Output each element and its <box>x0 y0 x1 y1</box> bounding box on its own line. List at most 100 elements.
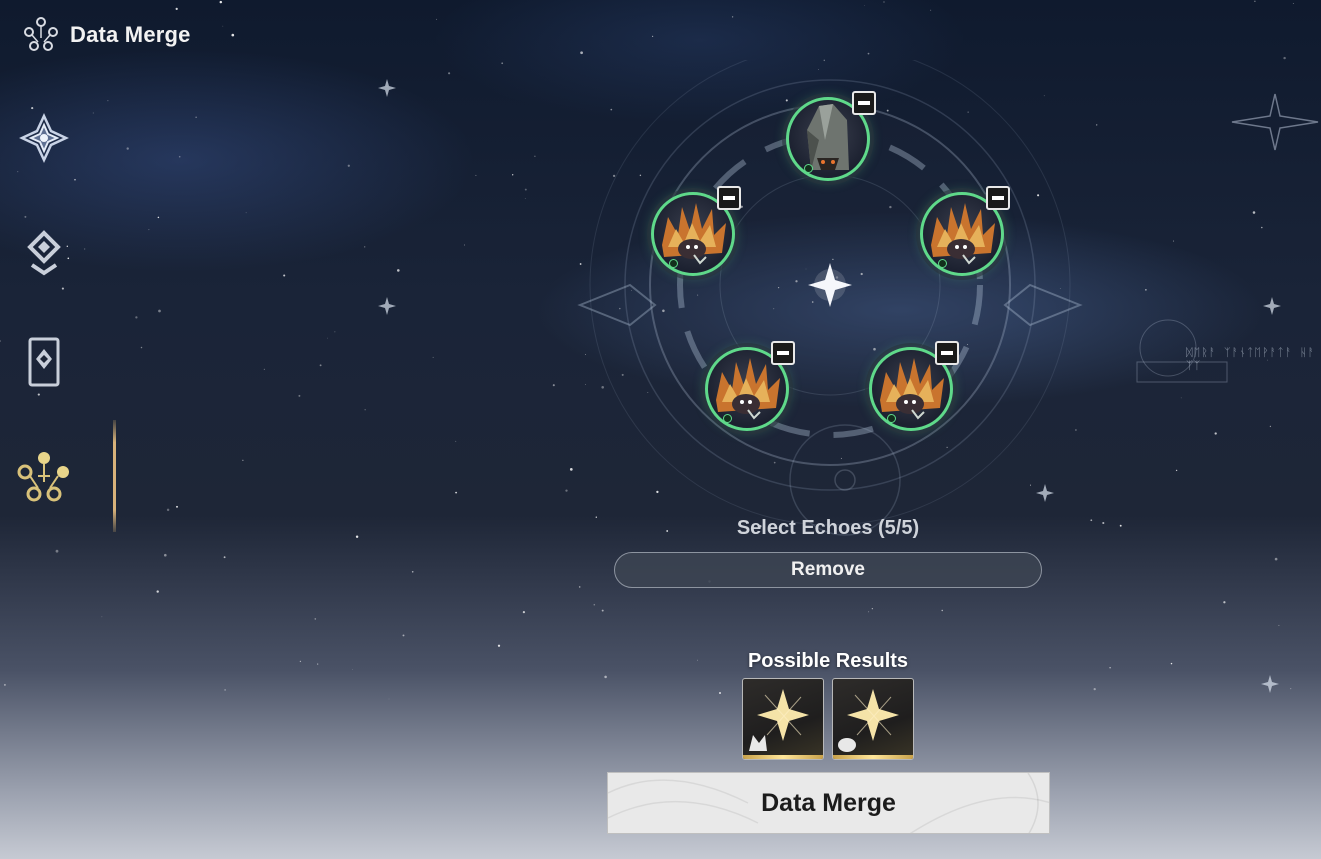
star <box>651 35 654 38</box>
star <box>84 248 86 250</box>
star <box>534 155 536 158</box>
data-merge-button-label: Data Merge <box>761 788 896 817</box>
remove-echo-button[interactable] <box>717 186 741 210</box>
star <box>883 1 885 3</box>
star <box>175 7 178 11</box>
star <box>319 364 322 367</box>
star <box>1261 226 1263 229</box>
echo-slot-left[interactable] <box>651 186 741 282</box>
star <box>1252 211 1256 214</box>
star <box>1109 666 1111 669</box>
remove-echo-button[interactable] <box>852 91 876 115</box>
star <box>1170 662 1173 665</box>
star <box>411 570 414 573</box>
result-card-2[interactable] <box>832 678 914 760</box>
sidebar-item-tune[interactable] <box>14 222 74 282</box>
star <box>126 147 129 150</box>
echo-slot-bottom-left[interactable] <box>705 341 795 437</box>
sparkle-decoration-icon <box>1231 93 1319 151</box>
card-icon <box>28 337 60 387</box>
star <box>871 608 873 610</box>
star <box>524 188 527 191</box>
star <box>351 669 353 670</box>
data-merge-icon <box>17 452 69 502</box>
remove-echo-button[interactable] <box>935 341 959 365</box>
star <box>731 16 734 18</box>
result-card-1[interactable] <box>742 678 824 760</box>
star <box>864 5 865 6</box>
star <box>1274 557 1278 561</box>
echo-slot-top[interactable] <box>786 91 876 187</box>
star <box>604 675 607 679</box>
star <box>475 174 477 176</box>
star <box>263 368 266 371</box>
decorative-glyph-text: ᛞᛖᚱᚨ ᛉᚨᚾᛏᛖᚹᚨᛏᚨ ᚺᚨ ᛉᛉ <box>1186 346 1316 372</box>
echo-icon <box>19 113 69 163</box>
star <box>448 72 451 75</box>
rarity-bar <box>833 755 913 759</box>
slot-indicator-dot <box>887 414 896 423</box>
star <box>231 33 235 37</box>
star <box>327 337 328 339</box>
star <box>3 683 6 686</box>
star <box>930 9 932 11</box>
star <box>176 505 178 508</box>
star <box>386 86 388 87</box>
sidebar-active-indicator <box>113 420 116 532</box>
sidebar-item-echo[interactable] <box>14 108 74 168</box>
star <box>1290 688 1292 690</box>
star <box>512 174 514 176</box>
star <box>242 459 244 461</box>
star <box>355 535 359 538</box>
echo-slot-right[interactable] <box>920 186 1010 282</box>
remove-button[interactable]: Remove <box>614 552 1042 588</box>
star <box>455 440 457 442</box>
star <box>299 660 302 663</box>
star <box>1214 432 1217 435</box>
echo-slot-bottom-right[interactable] <box>869 341 959 437</box>
star <box>522 611 526 614</box>
star <box>719 692 721 694</box>
star <box>402 634 405 637</box>
sparkle-star <box>1263 297 1281 315</box>
star <box>219 0 223 4</box>
star <box>24 215 27 218</box>
slot-indicator-dot <box>669 259 678 268</box>
sidebar-item-card[interactable] <box>14 332 74 392</box>
star <box>497 644 501 647</box>
star <box>364 246 366 248</box>
star <box>1145 289 1147 291</box>
star <box>37 393 40 396</box>
star <box>867 52 870 55</box>
star <box>222 25 224 27</box>
select-echoes-label: Select Echoes (5/5) <box>736 517 920 539</box>
star <box>593 603 596 606</box>
star <box>501 62 504 65</box>
star <box>140 346 143 349</box>
slot-indicator-dot <box>938 259 947 268</box>
star <box>224 689 226 691</box>
star <box>317 663 319 665</box>
sidebar-item-data-merge[interactable] <box>14 446 74 506</box>
star <box>1180 397 1182 399</box>
remove-echo-button[interactable] <box>771 341 795 365</box>
sparkle-star <box>378 297 396 315</box>
star <box>157 216 160 219</box>
star <box>1283 56 1286 60</box>
remove-echo-button[interactable] <box>986 186 1010 210</box>
star <box>17 171 19 173</box>
sparkle-star <box>378 79 396 97</box>
star <box>74 178 76 181</box>
star <box>868 611 870 613</box>
star <box>156 590 159 593</box>
star <box>164 553 167 557</box>
star <box>388 698 390 700</box>
star <box>455 491 458 494</box>
slot-indicator-dot <box>804 164 813 173</box>
star <box>223 556 226 559</box>
star <box>578 586 581 588</box>
star <box>283 274 286 277</box>
star <box>1292 3 1294 5</box>
star <box>524 198 526 199</box>
data-merge-button[interactable]: Data Merge <box>607 772 1050 834</box>
